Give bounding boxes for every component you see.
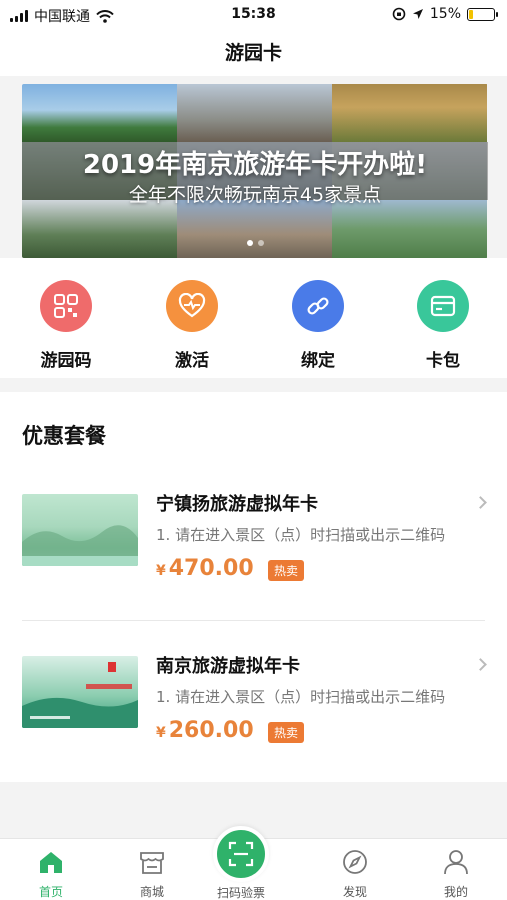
currency-symbol: ¥ (156, 563, 166, 579)
link-icon (292, 280, 344, 332)
banner-photo (332, 84, 487, 142)
quick-action-activate[interactable]: 激活 (147, 280, 237, 371)
quick-action-card-wallet[interactable]: 卡包 (398, 280, 488, 371)
banner-photo (22, 84, 177, 142)
card-icon (417, 280, 469, 332)
quick-action-label: 卡包 (426, 351, 460, 371)
package-price: ¥260.00 (156, 718, 254, 743)
banner-photo (332, 200, 487, 258)
store-icon (117, 847, 187, 877)
battery-icon (467, 7, 498, 21)
page-title: 游园卡 (0, 30, 507, 76)
banner-title: 2019年南京旅游年卡开办啦! (82, 150, 428, 180)
quick-action-bind[interactable]: 绑定 (273, 280, 363, 371)
section-title: 优惠套餐 (22, 424, 106, 448)
banner-photo (22, 200, 177, 258)
banner-subtitle: 全年不限次畅玩南京45家景点 (128, 184, 382, 206)
status-right: 15% (392, 6, 498, 22)
location-icon (412, 9, 423, 19)
home-icon (16, 847, 86, 877)
qrcode-icon (40, 280, 92, 332)
quick-action-label: 激活 (175, 351, 209, 371)
package-description: 1. 请在进入景区（点）时扫描或出示二维码 (156, 688, 446, 706)
heart-pulse-icon (166, 280, 218, 332)
package-name: 宁镇扬旅游虚拟年卡 (156, 494, 318, 515)
package-section: 优惠套餐 宁镇扬旅游虚拟年卡 1. 请在进入景区（点）时扫描或出示二维码 ¥47… (0, 392, 507, 782)
tab-label: 首页 (38, 885, 63, 899)
package-description: 1. 请在进入景区（点）时扫描或出示二维码 (156, 526, 446, 544)
banner-photo (177, 84, 332, 142)
tab-label: 扫码验票 (216, 886, 265, 900)
hot-tag: 热卖 (268, 722, 305, 743)
banner-dot-active[interactable] (246, 240, 253, 246)
hot-tag: 热卖 (268, 560, 305, 581)
quick-action-park-code[interactable]: 游园码 (21, 280, 111, 371)
orientation-lock-icon (392, 7, 406, 21)
tab-label: 商城 (139, 885, 164, 899)
package-thumbnail (22, 494, 138, 566)
tab-home[interactable]: 首页 (16, 847, 86, 900)
currency-symbol: ¥ (156, 725, 166, 741)
tab-label: 发现 (342, 885, 367, 899)
package-item[interactable]: 南京旅游虚拟年卡 1. 请在进入景区（点）时扫描或出示二维码 ¥260.00 热… (0, 640, 507, 780)
chevron-right-icon (474, 496, 487, 509)
scan-ticket-button[interactable] (213, 826, 269, 882)
banner-pagination (22, 240, 488, 246)
quick-action-label: 绑定 (301, 351, 335, 371)
banner-photo (177, 200, 332, 258)
battery-percent: 15% (429, 6, 461, 22)
quick-action-label: 游园码 (40, 351, 92, 371)
tab-discover[interactable]: 发现 (320, 847, 390, 900)
banner-dot[interactable] (257, 240, 264, 246)
package-item[interactable]: 宁镇扬旅游虚拟年卡 1. 请在进入景区（点）时扫描或出示二维码 ¥470.00 … (0, 478, 507, 618)
compass-icon (320, 847, 390, 877)
divider (22, 620, 485, 621)
package-name: 南京旅游虚拟年卡 (156, 656, 300, 677)
promo-banner[interactable]: 2019年南京旅游年卡开办啦! 全年不限次畅玩南京45家景点 (22, 84, 488, 258)
scan-icon (228, 841, 254, 867)
tab-store[interactable]: 商城 (117, 847, 187, 900)
tab-label: 我的 (443, 885, 468, 899)
price-value: 470.00 (168, 556, 254, 581)
tab-mine[interactable]: 我的 (421, 847, 491, 900)
package-price: ¥470.00 (156, 556, 254, 581)
chevron-right-icon (474, 658, 487, 671)
user-icon (421, 847, 491, 877)
quick-actions: 游园码 激活 绑定 卡包 (0, 258, 507, 378)
price-value: 260.00 (168, 718, 254, 743)
package-thumbnail (22, 656, 138, 728)
status-bar: 中国联通 15:38 15% (0, 0, 507, 30)
